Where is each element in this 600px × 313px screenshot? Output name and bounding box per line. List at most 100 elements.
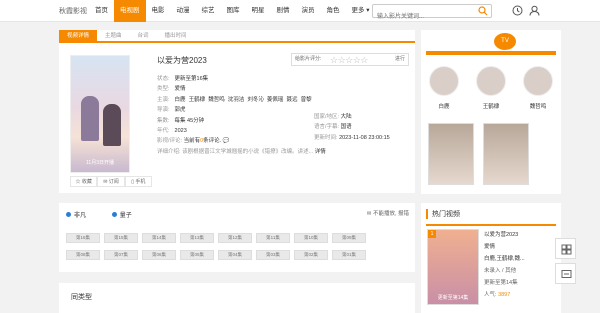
episode-button[interactable]: 第01集 [332, 250, 366, 260]
search-icon[interactable] [478, 6, 488, 16]
nav-tv[interactable]: 电视剧 [114, 0, 146, 22]
tab-theme-song[interactable]: 主题曲 [97, 30, 130, 41]
episode-button[interactable]: 第07集 [104, 250, 138, 260]
source-tab[interactable]: 非凡 [66, 212, 98, 219]
grid-float-button[interactable] [555, 238, 576, 259]
user-icon[interactable] [529, 5, 540, 16]
actor-name: 王鹤棣 [482, 104, 500, 110]
rating-stars[interactable]: ☆☆☆☆☆ [330, 55, 368, 65]
source-tabs: 非凡 量子 [66, 210, 156, 219]
cast-link[interactable]: 曾黎 [301, 97, 312, 103]
nav-actors[interactable]: 演员 [296, 0, 321, 22]
cast-label: 主演: [157, 96, 170, 103]
director-value[interactable]: 郭虎 [175, 107, 186, 113]
search-input[interactable] [373, 11, 473, 23]
episode-button[interactable]: 第10集 [294, 233, 328, 243]
tab-air-time[interactable]: 播出时间 [157, 30, 195, 41]
duration-value: 每集 45分钟 [174, 117, 205, 124]
poster-figure-left [81, 96, 99, 141]
nav-gallery[interactable]: 图库 [221, 0, 246, 22]
tab-lines[interactable]: 台词 [130, 30, 157, 41]
intro-more-link[interactable]: 详情 [315, 149, 326, 155]
source-tab[interactable]: 量子 [111, 212, 144, 219]
cast-link[interactable]: 王鹤棣 [189, 97, 206, 103]
subscribe-label: 订阅 [108, 179, 119, 185]
hot-poster[interactable]: 1 更新至第14集 [427, 229, 479, 305]
cast-link[interactable]: 聂远 [287, 97, 298, 103]
actor-name: 魏哲鸣 [529, 104, 547, 110]
episode-button[interactable]: 第12集 [218, 233, 252, 243]
rating-submit-button[interactable]: 进行 [395, 54, 405, 65]
poster-image[interactable]: 11月3日开播 [70, 55, 130, 173]
site-logo[interactable]: 秋霞影视 [59, 6, 87, 16]
episode-button[interactable]: 第16集 [66, 233, 100, 243]
status-label: 状态: [157, 76, 170, 82]
source-label: 量子 [119, 213, 132, 219]
video-info: 状态: 更新至第16集 类型: 爱情 主演: 白鹿 王鹤棣 魏哲鸣 沈羽洁 刘冬… [157, 74, 326, 157]
nav-movie[interactable]: 电影 [146, 0, 171, 22]
still-image[interactable] [428, 123, 474, 185]
episode-button[interactable]: 第02集 [294, 250, 328, 260]
episode-panel: 非凡 量子 ✉ 不能播放, 报错 第16集 第15集 第14集 第13集 第12… [59, 203, 415, 272]
review-prefix: 当前有 [183, 138, 201, 145]
poster-actions: ☆ 收藏 ✉ 订阅 ▯ 手机 [70, 176, 152, 187]
episode-button[interactable]: 第04集 [218, 250, 252, 260]
video-info-right: 国家/地区: 大陆 语言/字幕: 国语 更新时间: 2023-11-08 23:… [314, 112, 390, 143]
nav-anime[interactable]: 动漫 [171, 0, 196, 22]
favorite-label: 收藏 [81, 179, 92, 185]
episode-button[interactable]: 第11集 [256, 233, 290, 243]
episode-row: 第08集 第07集 第06集 第05集 第04集 第03集 第02集 第01集 [66, 250, 370, 260]
cast-card[interactable]: 白鹿 [426, 66, 462, 110]
nav-variety[interactable]: 综艺 [196, 0, 221, 22]
status-value: 更新至第16集 [174, 76, 209, 82]
message-float-button[interactable] [555, 263, 576, 284]
history-clock-icon[interactable] [512, 5, 523, 16]
episode-button[interactable]: 第08集 [66, 250, 100, 260]
episode-row: 第16集 第15集 第14集 第13集 第12集 第11集 第10集 第09集 [66, 233, 370, 243]
subscribe-button[interactable]: ✉ 订阅 [97, 176, 125, 187]
hot-title: 热门视频 [426, 209, 460, 219]
favorite-button[interactable]: ☆ 收藏 [70, 176, 98, 187]
episode-button[interactable]: 第05集 [180, 250, 214, 260]
hot-poster-caption: 更新至第14集 [437, 295, 469, 301]
mobile-button[interactable]: ▯ 手机 [124, 176, 152, 187]
still-image[interactable] [483, 123, 529, 185]
tab-video-detail[interactable]: 视频详情 [59, 30, 98, 41]
cast-link[interactable]: 姜佩瑶 [267, 97, 284, 103]
comment-icon[interactable]: 💬 [223, 138, 230, 144]
actor-name: 白鹿 [438, 104, 450, 110]
hot-status: 更新至第14集 [484, 280, 518, 286]
source-label: 非凡 [74, 213, 87, 219]
cast-link[interactable]: 沈羽洁 [228, 97, 245, 103]
episode-button[interactable]: 第06集 [142, 250, 176, 260]
nav-stars[interactable]: 明星 [246, 0, 271, 22]
nav-plot[interactable]: 剧情 [271, 0, 296, 22]
region-value: 大陆 [340, 114, 352, 120]
episode-button[interactable]: 第15集 [104, 233, 138, 243]
cast-panel: TV 白鹿 王鹤棣 魏哲鸣 [421, 30, 561, 194]
episode-button[interactable]: 第03集 [256, 250, 290, 260]
nav-roles[interactable]: 角色 [321, 0, 346, 22]
cast-link[interactable]: 刘冬沁 [247, 97, 264, 103]
duration-label: 集数: [157, 117, 170, 124]
episode-button[interactable]: 第13集 [180, 233, 214, 243]
cast-link[interactable]: 白鹿 [175, 97, 186, 103]
episode-button[interactable]: 第09集 [332, 233, 366, 243]
update-value: 2023-11-08 23:00:15 [339, 134, 390, 141]
grid-icon [561, 244, 572, 255]
nav-more[interactable]: 更多 ▾ [346, 0, 374, 22]
intro-label: 详细介绍: [157, 148, 181, 155]
episode-button[interactable]: 第14集 [142, 233, 176, 243]
type-label: 类型: [157, 86, 170, 93]
report-link[interactable]: ✉ 不能播放, 报错 [367, 209, 409, 217]
review-suffix: 条评论. [203, 138, 222, 145]
cast-link[interactable]: 魏哲鸣 [208, 97, 225, 103]
cast-card[interactable]: 魏哲鸣 [520, 66, 556, 110]
type-value[interactable]: 爱情 [175, 86, 186, 92]
hot-name[interactable]: 以爱为营2023 [484, 230, 518, 238]
popularity-value: 3897 [498, 292, 511, 298]
cast-card[interactable]: 王鹤棣 [473, 66, 509, 110]
popularity-label: 人气: [484, 292, 497, 298]
mobile-label: 手机 [135, 179, 146, 185]
nav-home[interactable]: 首页 [89, 0, 114, 22]
